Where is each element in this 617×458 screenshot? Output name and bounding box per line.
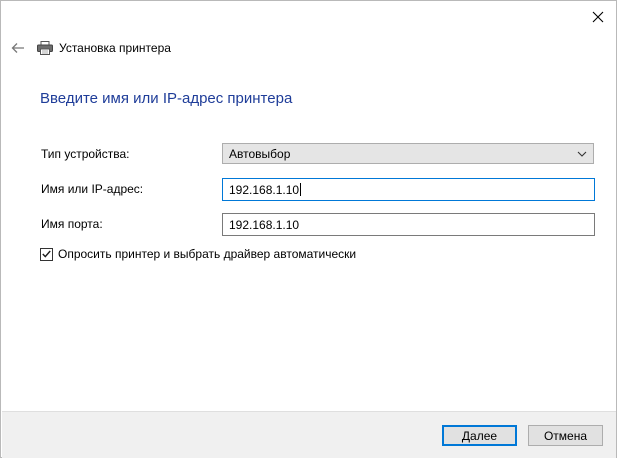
next-button[interactable]: Далее: [442, 425, 517, 446]
wizard-footer: Далее Отмена: [2, 411, 616, 458]
device-type-value: Автовыбор: [229, 146, 291, 161]
chevron-down-icon: [577, 151, 587, 157]
cancel-button[interactable]: Отмена: [528, 425, 603, 446]
port-input-value: 192.168.1.10: [229, 217, 300, 232]
printer-setup-window: Установка принтера Введите имя или IP-ад…: [0, 0, 617, 458]
host-input-value: 192.168.1.10: [229, 182, 300, 197]
port-input[interactable]: 192.168.1.10: [222, 213, 595, 236]
auto-driver-label: Опросить принтер и выбрать драйвер автом…: [58, 247, 357, 261]
text-caret: [300, 183, 302, 196]
host-input[interactable]: 192.168.1.10: [222, 178, 595, 201]
auto-driver-checkbox[interactable]: [40, 247, 53, 261]
port-label: Имя порта:: [41, 217, 103, 231]
checkmark-icon: [42, 250, 51, 258]
window-title: Установка принтера: [59, 41, 171, 55]
back-arrow-icon: [11, 43, 24, 53]
close-button[interactable]: [586, 5, 610, 29]
wizard-nav-bar: Установка принтера: [9, 37, 171, 59]
page-heading: Введите имя или IP-адрес принтера: [40, 90, 293, 107]
auto-driver-option[interactable]: Опросить принтер и выбрать драйвер автом…: [40, 247, 356, 261]
back-button[interactable]: [9, 39, 27, 57]
device-type-label: Тип устройства:: [41, 147, 130, 161]
host-label: Имя или IP-адрес:: [41, 182, 144, 196]
close-icon: [592, 11, 604, 23]
printer-icon: [37, 40, 53, 56]
device-type-select[interactable]: Автовыбор: [222, 143, 594, 164]
